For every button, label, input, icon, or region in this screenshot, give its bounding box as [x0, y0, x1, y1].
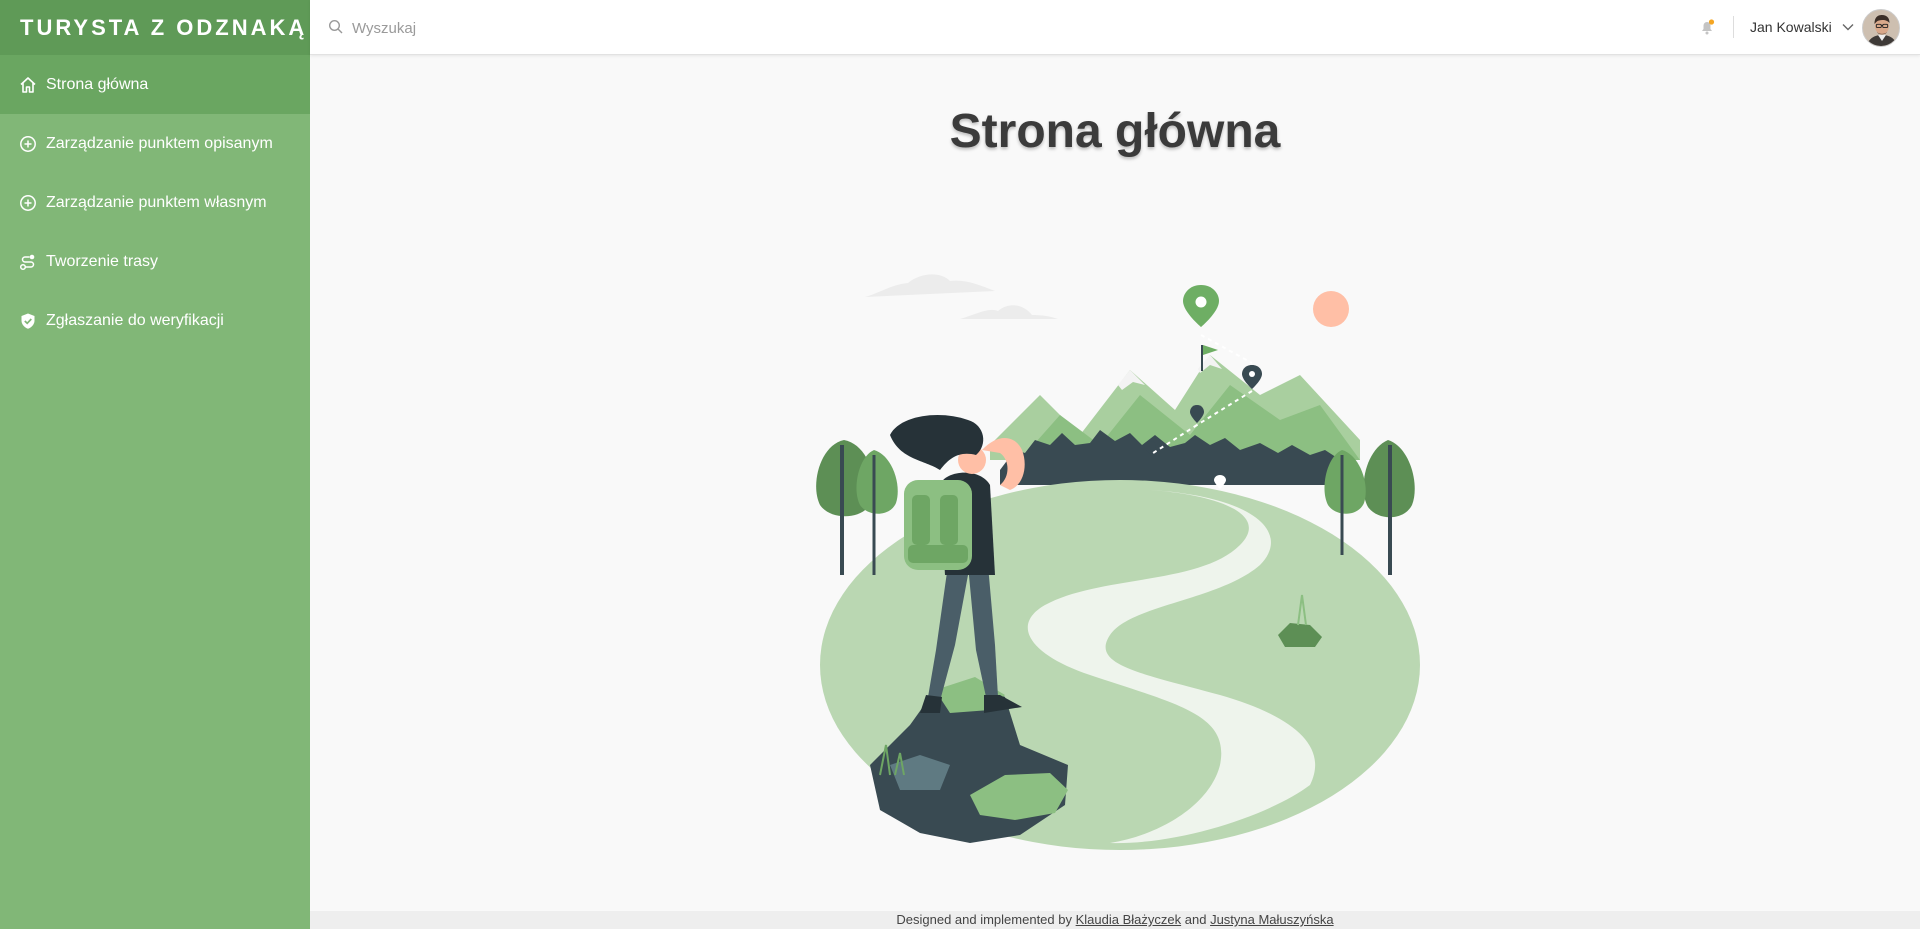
sidebar-item-label: Zarządzanie punktem własnym: [46, 193, 267, 211]
top-bar: Jan Kowalski: [310, 0, 1920, 55]
footer-prefix: Designed and implemented by: [896, 912, 1072, 927]
sidebar: TURYSTA Z ODZNAKĄ Strona główna Zarządza…: [0, 0, 310, 929]
sidebar-item-described-point[interactable]: Zarządzanie punktem opisanym: [0, 114, 310, 173]
sidebar-item-label: Strona główna: [46, 75, 149, 93]
sidebar-item-route[interactable]: Tworzenie trasy: [0, 232, 310, 291]
sidebar-item-home[interactable]: Strona główna: [0, 55, 310, 114]
plus-circle-icon: [19, 194, 37, 212]
search-input[interactable]: [352, 14, 752, 42]
user-name[interactable]: Jan Kowalski: [1750, 19, 1832, 35]
bell-icon[interactable]: [1698, 18, 1716, 36]
sidebar-item-label: Tworzenie trasy: [46, 252, 159, 270]
search-icon: [328, 19, 343, 34]
page-title: Strona główna: [949, 105, 1281, 158]
sidebar-item-verification[interactable]: Zgłaszanie do weryfikacji: [0, 291, 310, 350]
plus-circle-icon: [19, 135, 37, 153]
brand-title: TURYSTA Z ODZNAKĄ: [20, 14, 308, 40]
route-icon: [19, 253, 37, 271]
footer-author-link[interactable]: Justyna Małuszyńska: [1210, 912, 1334, 927]
footer-joiner: and: [1184, 912, 1207, 927]
footer-author-link[interactable]: Klaudia Błażyczek: [1076, 912, 1182, 927]
sidebar-item-own-point[interactable]: Zarządzanie punktem własnym: [0, 173, 310, 232]
avatar[interactable]: [1862, 9, 1900, 47]
brand-logo[interactable]: TURYSTA Z ODZNAKĄ: [0, 0, 310, 55]
home-icon: [19, 76, 37, 94]
sidebar-item-label: Zgłaszanie do weryfikacji: [46, 311, 224, 329]
hiker-illustration: [816, 274, 1420, 850]
header-divider: [1733, 16, 1734, 38]
shield-check-icon: [19, 312, 37, 330]
chevron-down-icon[interactable]: [1841, 21, 1855, 33]
sidebar-item-label: Zarządzanie punktem opisanym: [46, 134, 273, 152]
footer: Designed and implemented by Klaudia Błaż…: [310, 911, 1920, 929]
